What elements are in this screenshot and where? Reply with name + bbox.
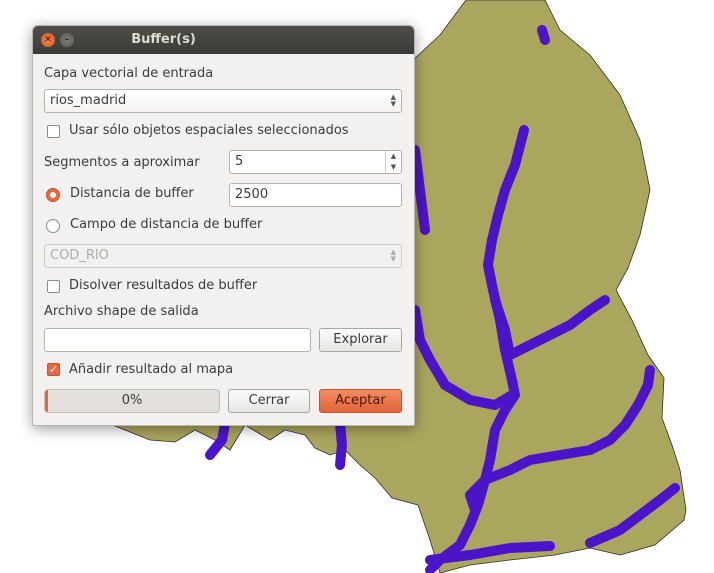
buffer-distance-label[interactable]: Distancia de buffer: [70, 186, 194, 201]
input-layer-select[interactable]: rios_madrid ▲ ▼: [44, 89, 402, 113]
buffer-distance-input[interactable]: 2500: [229, 183, 402, 207]
accept-button[interactable]: Aceptar: [319, 389, 402, 413]
selected-only-checkbox[interactable]: [47, 125, 60, 138]
dissolve-checkbox[interactable]: [47, 280, 60, 293]
window-title: Buffer(s): [131, 32, 196, 47]
input-layer-value: rios_madrid: [50, 93, 127, 108]
input-layer-label: Capa vectorial de entrada: [44, 66, 214, 81]
output-file-input[interactable]: [44, 328, 311, 352]
segments-label: Segmentos a aproximar: [44, 155, 200, 170]
title-bar[interactable]: ✕ – Buffer(s): [33, 26, 414, 54]
add-to-map-checkbox[interactable]: ✓: [47, 363, 60, 376]
buffer-field-label[interactable]: Campo de distancia de buffer: [70, 217, 262, 232]
buffer-field-radio[interactable]: [46, 219, 60, 233]
output-file-label: Archivo shape de salida: [44, 304, 199, 319]
segments-spinbox[interactable]: 5 ▲ ▼: [229, 150, 402, 174]
add-to-map-label[interactable]: Añadir resultado al mapa: [69, 362, 233, 377]
buffer-dialog: ✕ – Buffer(s) Capa vectorial de entrada …: [32, 25, 415, 426]
combo-arrows-icon: ▲ ▼: [390, 93, 396, 108]
combo-arrows-icon: ▲ ▼: [390, 248, 396, 263]
segments-value: 5: [235, 154, 244, 169]
selected-only-label[interactable]: Usar sólo objetos espaciales seleccionad…: [69, 123, 349, 138]
spin-arrows-icon[interactable]: ▲ ▼: [385, 151, 401, 173]
browse-button[interactable]: Explorar: [319, 328, 402, 352]
progress-fill: [45, 390, 48, 412]
progress-text: 0%: [121, 393, 143, 408]
buffer-field-value: COD_RIO: [50, 248, 109, 263]
dissolve-label[interactable]: Disolver resultados de buffer: [69, 278, 257, 293]
buffer-field-select[interactable]: COD_RIO ▲ ▼: [44, 244, 402, 268]
close-button[interactable]: Cerrar: [228, 389, 310, 413]
buffer-distance-radio[interactable]: [46, 188, 60, 202]
progress-bar: 0%: [44, 389, 220, 413]
buffer-distance-value: 2500: [235, 187, 269, 202]
